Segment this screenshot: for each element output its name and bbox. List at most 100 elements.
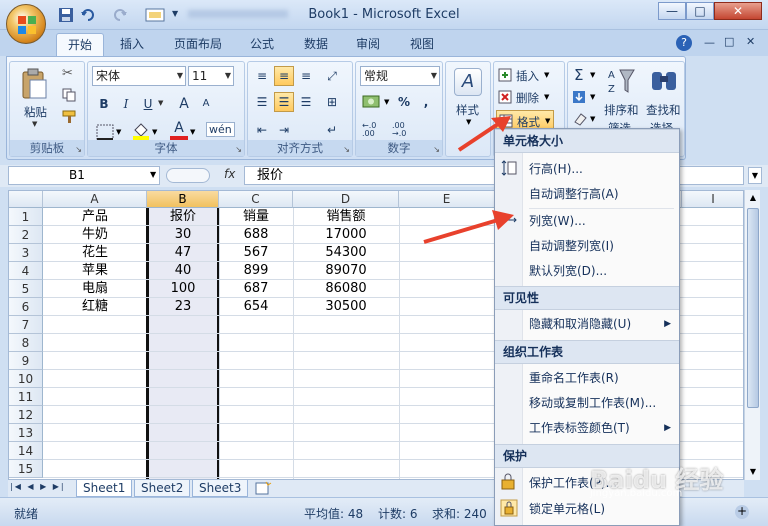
alignment-launcher-icon[interactable]: ↘: [343, 145, 350, 154]
align-right-button[interactable]: ☰: [296, 92, 316, 112]
tab-home[interactable]: 开始: [56, 33, 104, 56]
menu-item-move-copy[interactable]: 移动或复制工作表(M)...: [523, 391, 679, 416]
menu-item-default-width[interactable]: 默认列宽(D)...: [523, 259, 679, 284]
increase-decimal-button[interactable]: ←.0.00: [362, 122, 386, 138]
row-header[interactable]: 3: [9, 244, 43, 262]
row-header[interactable]: 12: [9, 406, 43, 424]
table-cell[interactable]: 花生: [43, 244, 147, 262]
menu-item-lock-cell[interactable]: 锁定单元格(L): [523, 497, 679, 522]
fill-dropdown-icon[interactable]: ▼: [590, 93, 595, 101]
fill-color-icon[interactable]: [132, 122, 150, 140]
table-cell[interactable]: 89070: [293, 262, 399, 280]
comma-button[interactable]: ,: [416, 92, 436, 112]
copy-icon[interactable]: [62, 88, 76, 102]
clipboard-launcher-icon[interactable]: ↘: [75, 145, 82, 154]
table-cell[interactable]: 654: [219, 298, 293, 316]
row-header[interactable]: 11: [9, 388, 43, 406]
clear-dropdown-icon[interactable]: ▼: [590, 115, 595, 123]
font-size-combo[interactable]: 11 ▼: [188, 66, 234, 86]
help-icon[interactable]: ?: [676, 35, 692, 51]
font-name-combo[interactable]: 宋体 ▼: [92, 66, 186, 86]
table-cell[interactable]: 567: [219, 244, 293, 262]
underline-button[interactable]: U: [138, 94, 158, 114]
ribbon-minimize-icon[interactable]: —: [704, 36, 715, 49]
table-cell[interactable]: 红糖: [43, 298, 147, 316]
number-launcher-icon[interactable]: ↘: [433, 145, 440, 154]
menu-item-hide-unhide[interactable]: 隐藏和取消隐藏(U) ▶: [523, 312, 679, 337]
row-header[interactable]: 2: [9, 226, 43, 244]
column-header-c[interactable]: C: [219, 191, 293, 208]
menu-item-autofit-column[interactable]: 自动调整列宽(I): [523, 234, 679, 259]
table-cell[interactable]: 54300: [293, 244, 399, 262]
clear-icon[interactable]: [572, 112, 588, 126]
wrap-text-button[interactable]: ↵: [322, 120, 342, 140]
column-header-e[interactable]: E: [399, 191, 495, 208]
autosum-dropdown-icon[interactable]: ▼: [590, 71, 595, 79]
bold-button[interactable]: B: [94, 94, 114, 114]
autosum-icon[interactable]: Σ: [574, 66, 583, 84]
scroll-down-icon[interactable]: ▼: [746, 464, 760, 480]
sheet-tab-1[interactable]: Sheet1: [76, 480, 133, 497]
ribbon-close-icon[interactable]: ✕: [746, 35, 755, 48]
insert-cells-label[interactable]: 插入: [516, 68, 539, 84]
table-cell[interactable]: 688: [219, 226, 293, 244]
font-size-dropdown-icon[interactable]: ▼: [225, 67, 231, 85]
column-header-d[interactable]: D: [293, 191, 399, 208]
delete-dropdown-icon[interactable]: ▼: [544, 93, 549, 101]
column-header-b[interactable]: B: [147, 191, 219, 208]
font-launcher-icon[interactable]: ↘: [235, 145, 242, 154]
table-cell[interactable]: 899: [219, 262, 293, 280]
format-painter-icon[interactable]: [62, 110, 78, 124]
grow-font-button[interactable]: A: [174, 94, 194, 114]
align-middle-button[interactable]: ≡: [274, 66, 294, 86]
paste-label[interactable]: 粘贴: [24, 104, 47, 120]
sheet-tab-3[interactable]: Sheet3: [192, 480, 249, 497]
select-all-corner[interactable]: [9, 191, 43, 208]
vertical-scrollbar[interactable]: ▲ ▼: [744, 190, 760, 480]
fill-icon[interactable]: [572, 90, 588, 104]
decrease-indent-button[interactable]: ⇤: [252, 120, 272, 140]
insert-dropdown-icon[interactable]: ▼: [544, 71, 549, 79]
table-cell[interactable]: 100: [147, 280, 219, 298]
font-name-dropdown-icon[interactable]: ▼: [177, 67, 183, 85]
column-header-a[interactable]: A: [43, 191, 147, 208]
row-header[interactable]: 4: [9, 262, 43, 280]
number-format-combo[interactable]: 常规 ▼: [360, 66, 440, 86]
menu-item-autofit-row[interactable]: 自动调整行高(A): [523, 182, 679, 207]
row-header[interactable]: 13: [9, 424, 43, 442]
align-center-button[interactable]: ☰: [274, 92, 294, 112]
row-header[interactable]: 6: [9, 298, 43, 316]
ribbon-restore-icon[interactable]: □: [724, 35, 734, 48]
currency-icon[interactable]: [362, 94, 382, 110]
table-cell[interactable]: 苹果: [43, 262, 147, 280]
row-header[interactable]: 14: [9, 442, 43, 460]
row-header[interactable]: 15: [9, 460, 43, 478]
table-cell[interactable]: 牛奶: [43, 226, 147, 244]
sort-filter-icon[interactable]: AZ: [606, 66, 636, 96]
paste-icon[interactable]: [20, 68, 48, 100]
align-top-button[interactable]: ≡: [252, 66, 272, 86]
orientation-button[interactable]: ⤢: [322, 66, 342, 86]
delete-cells-label[interactable]: 删除: [516, 90, 539, 106]
cell-b1[interactable]: 报价: [147, 208, 219, 226]
close-button[interactable]: ✕: [714, 2, 762, 20]
align-bottom-button[interactable]: ≡: [296, 66, 316, 86]
expand-formula-icon[interactable]: ▼: [748, 167, 762, 184]
find-select-icon[interactable]: [650, 66, 678, 96]
font-color-dropdown-icon[interactable]: ▼: [190, 128, 195, 136]
insert-cells-icon[interactable]: [498, 68, 512, 82]
sheet-tab-2[interactable]: Sheet2: [134, 480, 191, 497]
minimize-button[interactable]: —: [658, 2, 686, 20]
column-header-i[interactable]: I: [681, 191, 743, 208]
tab-view[interactable]: 视图: [400, 33, 444, 56]
sort-filter-label[interactable]: 排序和: [604, 102, 639, 118]
cell-a1[interactable]: 产品: [43, 208, 147, 226]
scroll-up-icon[interactable]: ▲: [746, 190, 760, 206]
name-box-dropdown-icon[interactable]: ▼: [150, 170, 156, 179]
underline-dropdown-icon[interactable]: ▼: [158, 99, 163, 107]
table-cell[interactable]: 47: [147, 244, 219, 262]
sheet-nav-icon[interactable]: |◀ ◀ ▶ ▶|: [10, 482, 66, 491]
row-header[interactable]: 9: [9, 352, 43, 370]
menu-item-rename-sheet[interactable]: 重命名工作表(R): [523, 366, 679, 391]
shrink-font-button[interactable]: A: [196, 94, 216, 114]
